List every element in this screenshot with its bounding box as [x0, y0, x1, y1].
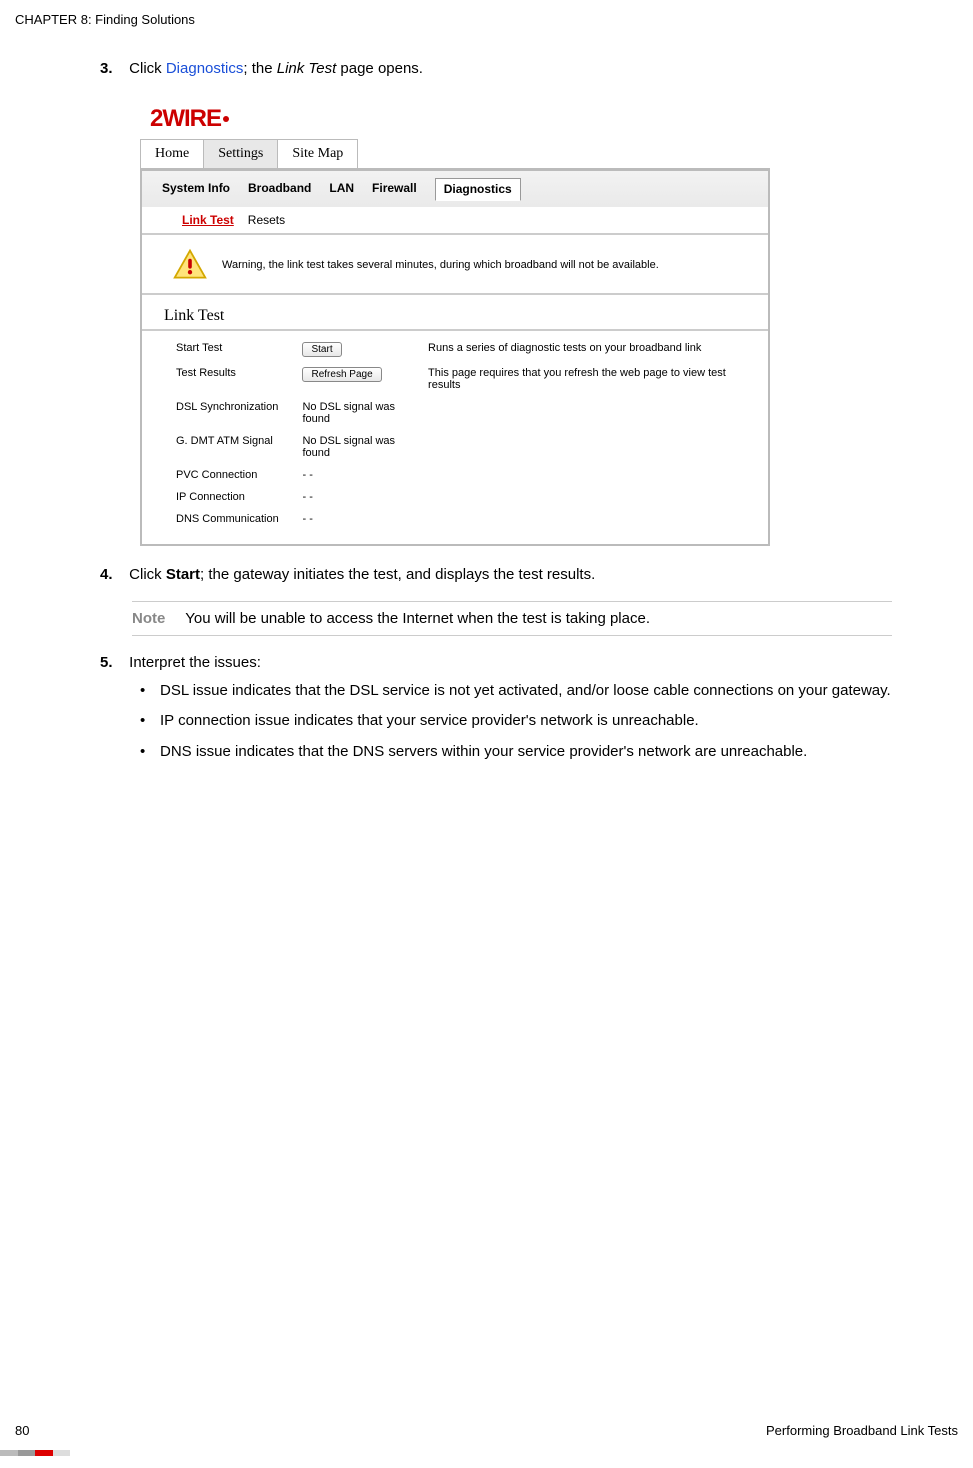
subtabs: Link Test Resets — [142, 207, 768, 233]
step-4-text: Click Start; the gateway initiates the t… — [129, 566, 869, 583]
chapter-header: CHAPTER 8: Finding Solutions — [15, 12, 195, 27]
row-label-gdmt: G. DMT ATM Signal — [176, 430, 302, 464]
tab-settings[interactable]: Settings — [203, 139, 278, 168]
logo-text: 2WIRE — [150, 105, 221, 133]
screenshot-panel: 2WIRE Home Settings Site Map System Info… — [140, 105, 770, 546]
settings-panel: System Info Broadband LAN Firewall Diagn… — [140, 169, 770, 546]
step-3-number: 3. — [100, 60, 125, 77]
row-label-dns: DNS Communication — [176, 508, 302, 530]
divider — [142, 293, 768, 295]
step-4-post: ; the gateway initiates the test, and di… — [200, 566, 595, 583]
table-row: DSL Synchronization No DSL signal was fo… — [176, 396, 756, 430]
row-label-start-test: Start Test — [176, 337, 302, 362]
step-4-pre: Click — [129, 566, 166, 583]
table-row: IP Connection - - — [176, 486, 756, 508]
step-5-number: 5. — [100, 654, 125, 671]
diagnostics-link[interactable]: Diagnostics — [166, 60, 244, 77]
step-3-text: Click Diagnostics; the Link Test page op… — [129, 60, 869, 77]
tab-system-info[interactable]: System Info — [162, 181, 230, 201]
row-desc-start: Runs a series of diagnostic tests on you… — [428, 337, 756, 362]
step-3: 3. Click Diagnostics; the Link Test page… — [100, 60, 900, 77]
row-label-dsl-sync: DSL Synchronization — [176, 396, 302, 430]
table-row: Start Test Start Runs a series of diagno… — [176, 337, 756, 362]
row-label-ip: IP Connection — [176, 486, 302, 508]
page-content: 3. Click Diagnostics; the Link Test page… — [100, 60, 900, 780]
step-3-post-b: page opens. — [336, 60, 423, 77]
note-label: Note — [132, 610, 165, 627]
row-desc-refresh: This page requires that you refresh the … — [428, 362, 756, 396]
note-text: You will be unable to access the Interne… — [185, 610, 650, 627]
row-label-test-results: Test Results — [176, 362, 302, 396]
list-item: DSL issue indicates that the DSL service… — [132, 681, 900, 701]
step-4-bold: Start — [166, 566, 200, 583]
table-row: PVC Connection - - — [176, 464, 756, 486]
link-test-table: Start Test Start Runs a series of diagno… — [176, 337, 756, 530]
list-item: DNS issue indicates that the DNS servers… — [132, 742, 900, 762]
logo-dot-icon — [223, 116, 229, 122]
step-4: 4. Click Start; the gateway initiates th… — [100, 566, 900, 583]
top-tabs: Home Settings Site Map — [140, 139, 770, 169]
step-5-text: Interpret the issues: — [129, 654, 869, 671]
subtab-resets[interactable]: Resets — [248, 213, 285, 227]
table-row: DNS Communication - - — [176, 508, 756, 530]
divider — [142, 329, 768, 331]
section-title: Link Test — [142, 301, 768, 329]
tab-firewall[interactable]: Firewall — [372, 181, 417, 201]
step-5-bullets: DSL issue indicates that the DSL service… — [132, 681, 900, 762]
subtab-link-test[interactable]: Link Test — [182, 213, 234, 227]
step-3-italic: Link Test — [277, 60, 336, 77]
tab-diagnostics[interactable]: Diagnostics — [435, 178, 521, 201]
start-button[interactable]: Start — [302, 342, 341, 357]
row-val-dsl-sync: No DSL signal was found — [302, 396, 428, 430]
footer-bar-icon — [0, 1450, 70, 1456]
tab-sitemap[interactable]: Site Map — [277, 139, 358, 168]
tab-lan[interactable]: LAN — [329, 181, 354, 201]
divider — [142, 233, 768, 235]
warning-text: Warning, the link test takes several min… — [222, 259, 659, 271]
inner-tabs: System Info Broadband LAN Firewall Diagn… — [142, 171, 768, 207]
row-val-gdmt: No DSL signal was found — [302, 430, 428, 464]
logo-2wire: 2WIRE — [150, 105, 770, 133]
row-val-ip: - - — [302, 486, 428, 508]
footer-title: Performing Broadband Link Tests — [766, 1423, 958, 1438]
warning-icon — [172, 247, 208, 283]
refresh-page-button[interactable]: Refresh Page — [302, 367, 381, 382]
list-item: IP connection issue indicates that your … — [132, 711, 900, 731]
tab-home[interactable]: Home — [140, 139, 204, 168]
table-row: Test Results Refresh Page This page requ… — [176, 362, 756, 396]
row-val-dns: - - — [302, 508, 428, 530]
note-box: Note You will be unable to access the In… — [132, 601, 892, 636]
table-row: G. DMT ATM Signal No DSL signal was foun… — [176, 430, 756, 464]
step-3-post-a: ; the — [243, 60, 276, 77]
warning-row: Warning, the link test takes several min… — [142, 241, 768, 293]
step-5: 5. Interpret the issues: DSL issue indic… — [100, 654, 900, 762]
row-val-pvc: - - — [302, 464, 428, 486]
page-number: 80 — [15, 1423, 29, 1438]
tab-broadband[interactable]: Broadband — [248, 181, 311, 201]
step-4-number: 4. — [100, 566, 125, 583]
step-3-pre: Click — [129, 60, 166, 77]
row-label-pvc: PVC Connection — [176, 464, 302, 486]
